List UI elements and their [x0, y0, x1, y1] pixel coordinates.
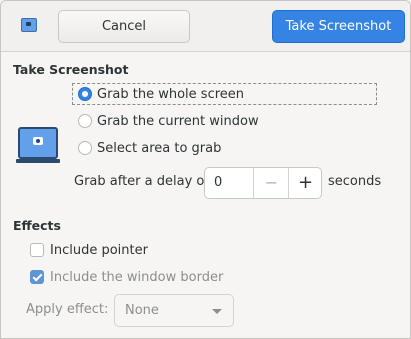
increase-delay-button[interactable]: + [288, 168, 322, 198]
apply-effect-label: Apply effect: [26, 302, 109, 317]
take-screenshot-button[interactable]: Take Screenshot [272, 10, 405, 43]
option-whole-screen[interactable]: Grab the whole screen [78, 84, 244, 104]
apply-effect-value: None [125, 303, 159, 318]
screenshot-app-icon [21, 18, 37, 32]
radio-select-area[interactable] [78, 141, 92, 155]
chevron-down-icon [212, 309, 222, 314]
option-select-area[interactable]: Select area to grab [78, 138, 221, 158]
option-current-window[interactable]: Grab the current window [78, 111, 259, 131]
include-border-option: Include the window border [30, 267, 223, 287]
decrease-delay-button[interactable]: − [253, 168, 289, 198]
camera-icon [16, 127, 60, 163]
effects-heading: Effects [13, 218, 61, 233]
radio-current-window[interactable] [78, 114, 92, 128]
seconds-label: seconds [328, 174, 382, 189]
include-border-checkbox [30, 270, 44, 284]
include-pointer-label: Include pointer [50, 242, 148, 258]
delay-spinbutton[interactable]: 0 − + [204, 167, 322, 199]
include-pointer-checkbox[interactable] [30, 243, 44, 257]
option-current-window-label: Grab the current window [97, 113, 259, 129]
header-bar: Cancel Take Screenshot [1, 1, 410, 52]
include-border-label: Include the window border [50, 269, 224, 285]
take-screenshot-heading: Take Screenshot [13, 62, 129, 77]
delay-label: Grab after a delay of [74, 174, 209, 189]
option-select-area-label: Select area to grab [97, 140, 222, 156]
screenshot-dialog: Cancel Take Screenshot Take Screenshot G… [0, 0, 411, 339]
delay-value-input[interactable]: 0 [214, 175, 222, 190]
cancel-button[interactable]: Cancel [58, 10, 190, 43]
apply-effect-dropdown: None [114, 294, 234, 327]
radio-whole-screen[interactable] [78, 87, 92, 101]
option-whole-screen-label: Grab the whole screen [97, 86, 245, 102]
include-pointer-option[interactable]: Include pointer [30, 240, 148, 260]
